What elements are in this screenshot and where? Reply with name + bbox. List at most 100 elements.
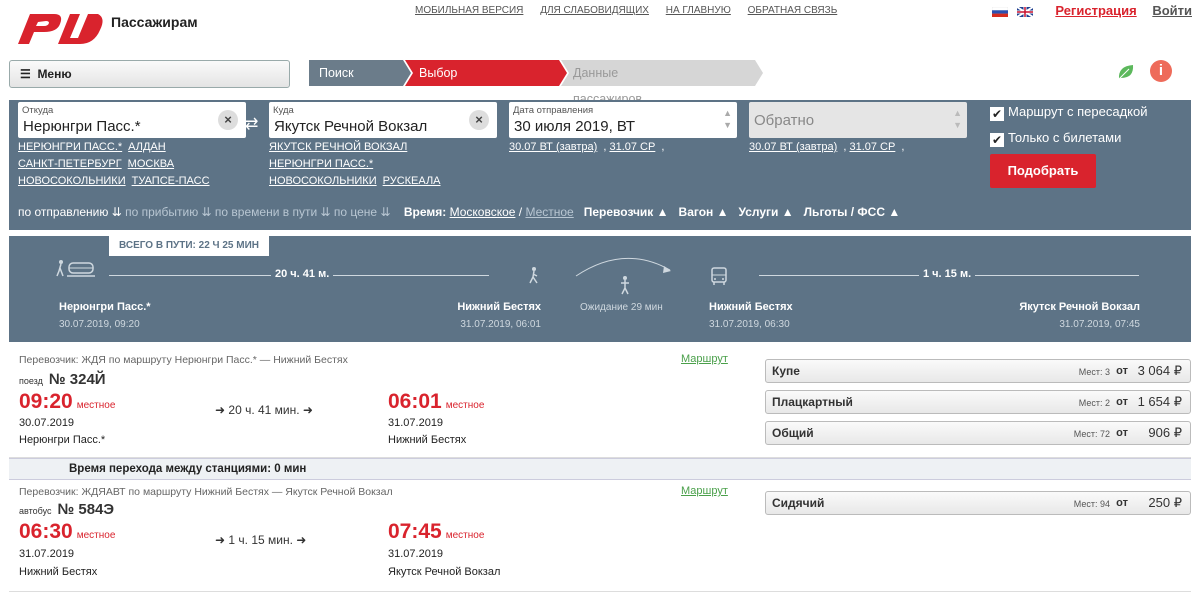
stop-2-name: Нижний Бестях: [457, 301, 541, 313]
accessibility-link[interactable]: ДЛЯ СЛАБОВИДЯЩИХ: [540, 5, 649, 16]
quick-return-1[interactable]: 30.07 ВТ (завтра): [749, 139, 837, 156]
clear-from-icon[interactable]: ×: [218, 110, 238, 130]
quick-to-3[interactable]: НОВОСОКОЛЬНИКИ: [269, 173, 377, 190]
fare-from: от: [1116, 396, 1128, 408]
caret-up-icon[interactable]: ▲: [653, 205, 672, 219]
date-spinner-icon[interactable]: ▲ ▼: [723, 107, 732, 131]
caret-up-icon[interactable]: ▲: [885, 205, 900, 219]
step-search[interactable]: Поиск билета: [309, 60, 360, 106]
leaf-icon[interactable]: [1116, 62, 1136, 82]
trip-2-carrier: Перевозчик: ЖДЯАВТ по маршруту Нижний Бе…: [19, 486, 393, 498]
stop-1-datetime: 30.07.2019, 09:20: [59, 319, 140, 330]
quick-date-2[interactable]: 31.07 СР: [609, 139, 655, 156]
trip-2-dep-time: 06:30: [19, 520, 73, 543]
from-label: Откуда: [22, 105, 54, 116]
home-link[interactable]: НА ГЛАВНУЮ: [666, 5, 731, 16]
trip-2-number[interactable]: № 584Э: [57, 501, 114, 518]
waiting-time: Ожидание 29 мин: [580, 302, 663, 313]
return-quick-links: 30.07 ВТ (завтра), 31.07 СР,: [749, 139, 904, 156]
sort-by-price[interactable]: по цене: [334, 205, 377, 219]
time-local-option[interactable]: Местное: [525, 205, 573, 219]
find-button[interactable]: Подобрать: [990, 154, 1096, 188]
tickets-only-checkbox[interactable]: ✔ Только с билетами: [990, 130, 1121, 147]
swap-icon[interactable]: ⇄: [245, 114, 258, 134]
to-field[interactable]: Куда Якутск Речной Вокзал ×: [269, 102, 497, 138]
fare-seats: Мест: 94: [1073, 499, 1110, 509]
quick-to-2[interactable]: НЕРЮНГРИ ПАСС.*: [269, 156, 373, 173]
check-icon: ✔: [990, 107, 1004, 121]
step-choose-train[interactable]: Выбор поезда и места: [409, 60, 459, 158]
english-flag-icon[interactable]: [1016, 6, 1033, 17]
quick-date-1[interactable]: 30.07 ВТ (завтра): [509, 139, 597, 156]
account-links: Регистрация Войти: [992, 3, 1192, 18]
sort-bar: по отправлению ⇊ по прибытию ⇊ по времен…: [18, 205, 901, 219]
trip-1-title: поезд № 324Й: [19, 371, 106, 388]
trip-2-arrival-time: 07:45 местное: [388, 520, 484, 544]
sort-icon: ⇊: [198, 205, 215, 219]
feedback-link[interactable]: ОБРАТНАЯ СВЯЗЬ: [748, 5, 838, 16]
return-date-field[interactable]: Обратно ▲ ▼: [749, 102, 967, 138]
header: Пассажирам МОБИЛЬНАЯ ВЕРСИЯ ДЛЯ СЛАБОВИД…: [0, 0, 1200, 158]
quick-to-4[interactable]: РУСКЕАЛА: [383, 173, 441, 190]
russian-flag-icon[interactable]: [992, 6, 1009, 17]
quick-from-5[interactable]: НОВОСОКОЛЬНИКИ: [18, 173, 126, 190]
caret-up-icon[interactable]: ▲: [778, 205, 797, 219]
register-link[interactable]: Регистрация: [1055, 3, 1136, 18]
filter-carrier[interactable]: Перевозчик: [584, 205, 654, 219]
trip-1-number[interactable]: № 324Й: [49, 371, 106, 388]
fare-sidyachiy[interactable]: Сидячий Мест: 94 от 250 ₽: [765, 491, 1191, 515]
sort-by-arrival[interactable]: по прибытию: [125, 205, 198, 219]
fare-obshchiy[interactable]: Общий Мест: 72 от 906 ₽: [765, 421, 1191, 445]
stop-2-datetime: 31.07.2019, 06:01: [460, 319, 541, 330]
brand-name: Пассажирам: [111, 14, 198, 30]
time-moscow-option[interactable]: Московское: [450, 205, 516, 219]
filter-benefits[interactable]: Льготы / ФСС: [804, 205, 885, 219]
trip-1-dep-date: 30.07.2019: [19, 417, 75, 429]
steps-background: [309, 60, 763, 86]
from-value[interactable]: Нерюнгри Пасс.*: [23, 118, 141, 135]
fare-seats: Мест: 2: [1078, 398, 1110, 408]
trip-1-route-link[interactable]: Маршрут: [681, 353, 728, 365]
fare-name: Общий: [772, 426, 814, 440]
quick-from-1[interactable]: НЕРЮНГРИ ПАСС.*: [18, 139, 122, 156]
total-travel-time: ВСЕГО В ПУТИ: 22 Ч 25 МИН: [109, 236, 269, 256]
trip-2-dep-date: 31.07.2019: [19, 548, 75, 560]
filter-services[interactable]: Услуги: [739, 205, 779, 219]
from-field[interactable]: Откуда Нерюнгри Пасс.* ×: [18, 102, 246, 138]
sort-by-duration[interactable]: по времени в пути: [215, 205, 317, 219]
quick-from-4[interactable]: МОСКВА: [128, 156, 174, 173]
date-value[interactable]: 30 июля 2019, ВТ: [514, 118, 635, 135]
trip-1-dep-station: Нерюнгри Пасс.*: [19, 434, 106, 446]
transfer-checkbox[interactable]: ✔ Маршрут с пересадкой: [990, 104, 1148, 121]
fare-price: 906 ₽: [1148, 425, 1182, 440]
quick-from-3[interactable]: САНКТ-ПЕТЕРБУРГ: [18, 156, 122, 173]
to-value[interactable]: Якутск Речной Вокзал: [274, 118, 427, 135]
login-link[interactable]: Войти: [1152, 3, 1192, 18]
mobile-link[interactable]: МОБИЛЬНАЯ ВЕРСИЯ: [415, 5, 523, 16]
sort-by-departure[interactable]: по отправлению: [18, 205, 108, 219]
quick-from-2[interactable]: АЛДАН: [128, 139, 166, 156]
rzd-logo[interactable]: [14, 8, 106, 48]
info-icon[interactable]: i: [1150, 60, 1172, 82]
caret-up-icon[interactable]: ▲: [713, 205, 732, 219]
fare-kupe[interactable]: Купе Мест: 3 от 3 064 ₽: [765, 359, 1191, 383]
fare-platskart[interactable]: Плацкартный Мест: 2 от 1 654 ₽: [765, 390, 1191, 414]
segment-2-duration: 1 ч. 15 м.: [919, 268, 976, 280]
quick-to-1[interactable]: ЯКУТСК РЕЧНОЙ ВОКЗАЛ: [269, 139, 407, 156]
filter-wagon[interactable]: Вагон: [679, 205, 714, 219]
trip-2-arr-date: 31.07.2019: [388, 548, 444, 560]
train-passenger-icon: [56, 260, 95, 277]
quick-from-6[interactable]: ТУАПСЕ-ПАСС: [132, 173, 210, 190]
quick-return-2[interactable]: 31.07 СР: [849, 139, 895, 156]
trip-2-route-link[interactable]: Маршрут: [681, 485, 728, 497]
menu-button[interactable]: ☰ Меню: [9, 60, 290, 88]
time-zone-label: Время:: [403, 205, 447, 219]
trip-2-departure-time: 06:30 местное: [19, 520, 115, 544]
date-label: Дата отправления: [513, 105, 594, 116]
trip-1-arr-station: Нижний Бестях: [388, 434, 467, 446]
return-spinner-icon[interactable]: ▲ ▼: [953, 107, 962, 131]
stop-4-datetime: 31.07.2019, 07:45: [1059, 319, 1140, 330]
date-field[interactable]: Дата отправления 30 июля 2019, ВТ ▲ ▼: [509, 102, 737, 138]
waiting-arc-icon: [575, 257, 671, 295]
clear-to-icon[interactable]: ×: [469, 110, 489, 130]
